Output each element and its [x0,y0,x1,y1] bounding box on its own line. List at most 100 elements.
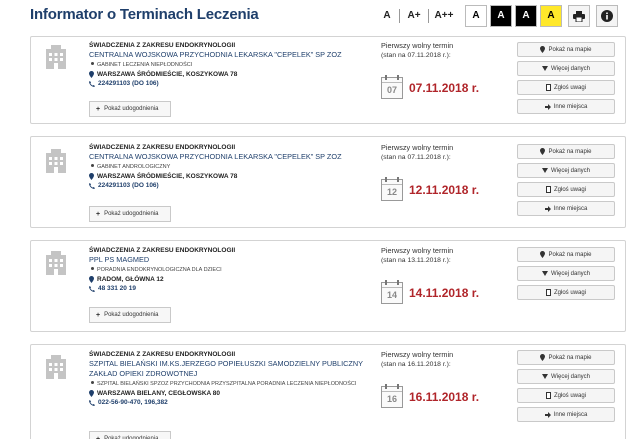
report-issue-label: Zgłoś uwagi [553,392,586,399]
more-data-label: Więcej danych [550,167,591,174]
plus-icon: + [96,210,101,218]
show-on-map-button[interactable]: Pokaż na mapie [517,247,615,262]
page-title: Informator o Terminach Leczenia [30,6,259,23]
report-issue-label: Zgłoś uwagi [553,289,586,296]
department-label: GABINET ANDROLOGICZNY [97,164,171,170]
font-size-largest-button[interactable]: A++ [429,5,459,27]
institution-name: SZPITAL BIELAŃSKI IM.KS.JERZEGO POPIEŁUS… [89,359,363,378]
address-text: WARSZAWA ŚRÓDMIEŚCIE, KOSZYKOWA 78 [97,71,238,78]
show-on-map-button[interactable]: Pokaż na mapie [517,144,615,159]
phone[interactable]: 224291103 (DO 106) [89,181,375,190]
header: Informator o Terminach Leczenia A A+ A++… [0,0,640,32]
plus-icon: + [96,311,101,319]
plus-icon: + [96,105,101,113]
info-icon [601,10,613,22]
term-label: Pierwszy wolny termin [381,350,454,359]
calendar-icon: 16 [381,384,403,408]
more-data-button[interactable]: Więcej danych [517,163,615,178]
more-data-label: Więcej danych [550,65,591,72]
chevron-down-icon [541,168,548,173]
contrast-yellow-black-button[interactable]: A [540,5,562,27]
print-button[interactable] [568,5,590,27]
report-issue-button[interactable]: Zgłoś uwagi [517,388,615,403]
show-amenities-button[interactable]: + Pokaż udogodnienia [89,101,171,117]
address: WARSZAWA BIELANY, CEGŁOWSKA 80 [89,389,375,398]
map-pin-icon [540,46,546,53]
show-amenities-button[interactable]: + Pokaż udogodnienia [89,431,171,439]
report-issue-button[interactable]: Zgłoś uwagi [517,285,615,300]
results-list: ŚWIADCZENIA Z ZAKRESU ENDOKRYNOLOGII CEN… [30,36,626,439]
result-card: ŚWIADCZENIA Z ZAKRESU ENDOKRYNOLOGII PPL… [30,240,626,332]
show-amenities-button[interactable]: + Pokaż udogodnienia [89,307,171,323]
result-actions: Pokaż na mapie Więcej danych Zgłoś uwagi… [517,42,615,118]
report-issue-label: Zgłoś uwagi [553,84,586,91]
contrast-default-button[interactable]: A [465,5,487,27]
building-icon [46,149,66,173]
department-label: PORADNIA ENDOKRYNOLOGICZNA DLA DZIECI [97,267,222,273]
department-label: GABINET LECZENIA NIEPŁODNOŚCI [97,62,193,68]
more-data-button[interactable]: Więcej danych [517,266,615,281]
other-places-label: Inne miejsca [553,205,588,212]
more-data-button[interactable]: Więcej danych [517,61,615,76]
address-text: WARSZAWA ŚRÓDMIEŚCIE, KOSZYKOWA 78 [97,173,238,180]
document-icon [545,289,551,296]
show-on-map-label: Pokaż na mapie [548,354,592,361]
term-date-row: 07 07.11.2018 r. [381,75,480,99]
phone-icon [89,399,95,406]
other-places-button[interactable]: Inne miejsca [517,201,615,216]
calendar-day: 16 [386,394,397,404]
show-on-map-button[interactable]: Pokaż na mapie [517,42,615,57]
result-card: ŚWIADCZENIA Z ZAKRESU ENDOKRYNOLOGII CEN… [30,136,626,228]
report-issue-button[interactable]: Zgłoś uwagi [517,80,615,95]
contrast-black-yellow-button[interactable]: A [515,5,537,27]
contrast-black-white-button[interactable]: A [490,5,512,27]
info-button[interactable] [596,5,618,27]
map-pin-icon [89,71,94,78]
term-label: Pierwszy wolny termin [381,41,454,50]
phone[interactable]: 224291103 (DO 106) [89,79,375,88]
more-data-button[interactable]: Więcej danych [517,369,615,384]
document-icon [545,392,551,399]
arrow-right-icon [544,411,551,418]
font-size-larger-button[interactable]: A+ [400,5,428,27]
show-on-map-label: Pokaż na mapie [548,148,592,155]
show-amenities-button[interactable]: + Pokaż udogodnienia [89,206,171,222]
other-places-button[interactable]: Inne miejsca [517,99,615,114]
calendar-day: 12 [386,187,397,197]
facility-info: ŚWIADCZENIA Z ZAKRESU ENDOKRYNOLOGII CEN… [89,143,375,190]
show-on-map-button[interactable]: Pokaż na mapie [517,350,615,365]
chevron-down-icon [541,66,548,71]
term-date: 07.11.2018 r. [409,81,480,95]
address: WARSZAWA ŚRÓDMIEŚCIE, KOSZYKOWA 78 [89,172,375,181]
address-text: WARSZAWA BIELANY, CEGŁOWSKA 80 [97,390,221,397]
map-pin-icon [540,251,546,258]
term-as-of: (stan na 16.11.2018 r.): [381,361,451,368]
term-date-row: 16 16.11.2018 r. [381,384,479,408]
calendar-day: 14 [386,290,397,300]
department-label: SZPITAL BIELAŃSKI SPZOZ PRZYCHODNIA PRZY… [97,381,357,387]
facility-info: ŚWIADCZENIA Z ZAKRESU ENDOKRYNOLOGII CEN… [89,41,375,88]
map-pin-icon [540,354,546,361]
address: RADOM, GŁÓWNA 12 [89,275,375,284]
map-pin-icon [540,148,546,155]
building-icon [46,355,66,379]
other-places-label: Inne miejsca [553,103,588,110]
phone[interactable]: 022-56-90-470, 196,382 [89,398,375,407]
bullet-icon [91,381,94,384]
address: WARSZAWA ŚRÓDMIEŚCIE, KOSZYKOWA 78 [89,70,375,79]
phone-text: 224291103 (DO 106) [98,182,159,189]
report-issue-button[interactable]: Zgłoś uwagi [517,182,615,197]
show-on-map-label: Pokaż na mapie [548,46,592,53]
result-actions: Pokaż na mapie Więcej danych Zgłoś uwagi… [517,350,615,426]
result-actions: Pokaż na mapie Więcej danych Zgłoś uwagi [517,247,615,304]
other-places-button[interactable]: Inne miejsca [517,407,615,422]
more-data-label: Więcej danych [550,270,591,277]
department-name: PORADNIA ENDOKRYNOLOGICZNA DLA DZIECI [89,266,375,274]
phone-icon [89,80,95,87]
facility-info: ŚWIADCZENIA Z ZAKRESU ENDOKRYNOLOGII PPL… [89,246,375,293]
font-size-normal-button[interactable]: A [375,5,399,27]
arrow-right-icon [544,205,551,212]
first-available-term: Pierwszy wolny termin (stan na 16.11.201… [381,350,531,408]
bullet-icon [91,267,94,270]
phone[interactable]: 48 331 20 19 [89,284,375,293]
